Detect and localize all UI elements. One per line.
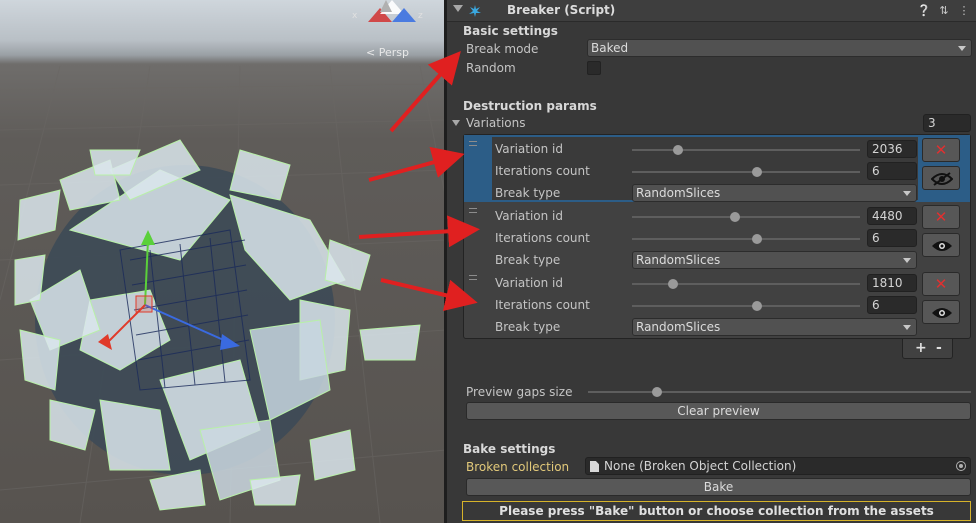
close-icon: ✕ <box>934 208 948 226</box>
break-type-label: Break type <box>495 186 561 200</box>
chevron-down-icon <box>903 258 911 263</box>
delete-variation-button[interactable]: ✕ <box>922 272 960 296</box>
eye-hidden-icon <box>931 172 953 186</box>
slider-knob[interactable] <box>752 234 763 244</box>
variations-label: Variations <box>466 116 526 130</box>
eye-icon <box>932 241 952 251</box>
delete-variation-button[interactable]: ✕ <box>922 205 960 229</box>
destruction-params-header: Destruction params <box>463 99 597 113</box>
iterations-field[interactable]: 6 <box>867 162 917 180</box>
iterations-label: Iterations count <box>495 231 590 245</box>
random-checkbox[interactable] <box>587 61 601 75</box>
clear-preview-button[interactable]: Clear preview <box>466 402 971 420</box>
iterations-field[interactable]: 6 <box>867 296 917 314</box>
slider-knob[interactable] <box>752 167 763 177</box>
iterations-slider[interactable] <box>632 238 860 240</box>
preview-gaps-slider[interactable] <box>588 391 971 393</box>
variation-id-slider[interactable] <box>632 149 860 151</box>
bake-settings-header: Bake settings <box>463 442 556 456</box>
slider-knob[interactable] <box>752 301 763 311</box>
random-label: Random <box>466 61 516 75</box>
inspector-panel: Breaker (Script) ❔ ⇅ ⋮ Basic settings Br… <box>447 0 976 523</box>
break-type-dropdown[interactable]: RandomSlices <box>632 184 917 202</box>
list-footer: + - <box>902 339 953 359</box>
drag-handle-icon[interactable] <box>469 208 477 213</box>
close-icon: ✕ <box>934 275 948 293</box>
object-picker-icon[interactable] <box>956 461 966 471</box>
svg-text:z: z <box>418 11 423 21</box>
broken-collection-label: Broken collection <box>466 460 570 474</box>
drag-handle-icon[interactable] <box>469 275 477 280</box>
orientation-gizmo-icon <box>368 0 416 22</box>
preview-gaps-label: Preview gaps size <box>466 385 573 399</box>
variation-id-field[interactable]: 2036 <box>867 140 917 158</box>
iterations-slider[interactable] <box>632 171 860 173</box>
svg-text:x: x <box>352 11 358 21</box>
break-type-label: Break type <box>495 253 561 267</box>
persp-label[interactable]: < Persp <box>366 46 409 59</box>
chevron-down-icon <box>903 191 911 196</box>
sliders-icon[interactable]: ⇅ <box>937 3 951 19</box>
warning-message: Please press "Bake" button or choose col… <box>462 501 971 521</box>
variation-id-label: Variation id <box>495 209 564 223</box>
list-item[interactable]: Variation id Iterations count Break type… <box>464 269 970 336</box>
broken-collection-field[interactable]: None (Broken Object Collection) <box>585 457 971 475</box>
variation-id-slider[interactable] <box>632 283 860 285</box>
break-type-dropdown[interactable]: RandomSlices <box>632 318 917 336</box>
component-header[interactable]: Breaker (Script) ❔ ⇅ ⋮ <box>447 0 976 22</box>
break-mode-label: Break mode <box>466 42 539 56</box>
iterations-slider[interactable] <box>632 305 860 307</box>
script-icon <box>469 5 481 17</box>
variation-id-field[interactable]: 1810 <box>867 274 917 292</box>
variation-id-label: Variation id <box>495 142 564 156</box>
drag-handle-icon[interactable] <box>469 141 477 146</box>
slider-knob[interactable] <box>729 212 740 222</box>
variations-count-field[interactable]: 3 <box>923 114 971 132</box>
list-item[interactable]: Variation id Iterations count Break type… <box>464 135 970 202</box>
variations-foldout-icon[interactable] <box>452 120 460 126</box>
delete-variation-button[interactable]: ✕ <box>922 138 960 162</box>
slider-knob[interactable] <box>668 279 679 289</box>
toggle-visibility-button[interactable] <box>922 166 960 190</box>
variation-fields: Variation id Iterations count Break type… <box>492 137 918 202</box>
kebab-menu-icon[interactable]: ⋮ <box>957 3 971 19</box>
list-item[interactable]: Variation id Iterations count Break type… <box>464 202 970 269</box>
eye-icon <box>932 308 952 318</box>
item-buttons: ✕ <box>921 138 963 198</box>
break-type-label: Break type <box>495 320 561 334</box>
item-buttons: ✕ <box>921 272 963 332</box>
iterations-label: Iterations count <box>495 164 590 178</box>
scene-view[interactable]: x z < Persp <box>0 0 446 523</box>
iterations-field[interactable]: 6 <box>867 229 917 247</box>
chevron-down-icon <box>958 46 966 51</box>
break-mode-dropdown[interactable]: Baked <box>587 39 972 57</box>
foldout-arrow-icon[interactable] <box>453 5 463 12</box>
scene-canvas: x z <box>0 0 446 523</box>
broken-sphere <box>14 139 421 511</box>
toggle-visibility-button[interactable] <box>922 300 960 324</box>
help-icon[interactable]: ❔ <box>917 3 931 19</box>
document-icon <box>590 461 599 472</box>
slider-knob[interactable] <box>651 387 662 397</box>
break-type-dropdown[interactable]: RandomSlices <box>632 251 917 269</box>
remove-variation-button[interactable]: - <box>936 340 942 356</box>
component-title: Breaker (Script) <box>507 3 616 17</box>
basic-settings-header: Basic settings <box>463 24 558 38</box>
variation-fields: Variation id Iterations count Break type… <box>492 204 918 269</box>
close-icon: ✕ <box>934 141 948 159</box>
variation-id-label: Variation id <box>495 276 564 290</box>
chevron-down-icon <box>903 325 911 330</box>
variation-fields: Variation id Iterations count Break type… <box>492 271 918 336</box>
bake-button[interactable]: Bake <box>466 478 971 496</box>
add-variation-button[interactable]: + <box>915 340 927 356</box>
item-buttons: ✕ <box>921 205 963 265</box>
variations-list: Variation id Iterations count Break type… <box>463 134 971 339</box>
toggle-visibility-button[interactable] <box>922 233 960 257</box>
iterations-label: Iterations count <box>495 298 590 312</box>
slider-knob[interactable] <box>672 145 683 155</box>
variation-id-field[interactable]: 4480 <box>867 207 917 225</box>
variation-id-slider[interactable] <box>632 216 860 218</box>
